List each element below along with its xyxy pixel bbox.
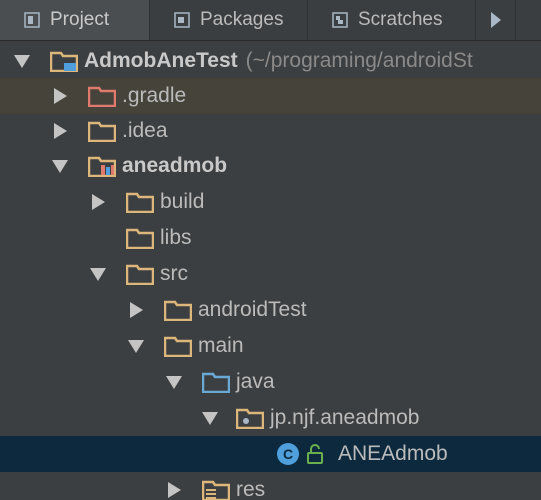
tree-node-aneadmob[interactable]: aneadmob <box>0 148 541 184</box>
folder-icon <box>164 336 192 357</box>
folder-icon <box>126 192 154 213</box>
project-folder-icon <box>50 51 78 72</box>
unlock-icon <box>307 444 323 464</box>
tree-node-label: jp.njf.aneadmob <box>270 406 420 429</box>
expand-arrow-icon[interactable] <box>126 300 146 320</box>
project-tool-window: Project Packages Scratches AdmobAneTest … <box>0 0 541 500</box>
project-path: (~/programing/androidSt <box>245 49 473 72</box>
expand-arrow-icon[interactable] <box>50 156 70 176</box>
tree-node-res[interactable]: res <box>0 472 541 500</box>
class-icon-letter: C <box>283 446 293 462</box>
folder-icon <box>126 228 154 249</box>
tab-project-label: Project <box>50 9 110 30</box>
class-icon: C <box>277 443 299 465</box>
source-folder-icon <box>202 372 230 393</box>
tab-packages-label: Packages <box>200 9 284 30</box>
tree-node-label: AdmobAneTest <box>84 49 238 72</box>
excluded-folder-icon <box>88 86 116 107</box>
expand-arrow-icon[interactable] <box>88 264 108 284</box>
tab-packages[interactable]: Packages <box>150 0 308 40</box>
tool-window-tabs: Project Packages Scratches <box>0 0 541 41</box>
expand-arrow-icon[interactable] <box>126 336 146 356</box>
tree-node-libs[interactable]: libs <box>0 220 541 256</box>
tree-node-label: java <box>236 370 275 393</box>
project-icon <box>24 12 40 28</box>
tree-node-src[interactable]: src <box>0 256 541 292</box>
tree-node-label: build <box>160 190 205 213</box>
expand-arrow-icon[interactable] <box>164 480 184 500</box>
tab-scratches-label: Scratches <box>358 9 443 30</box>
resource-folder-icon <box>202 480 230 500</box>
tab-project[interactable]: Project <box>0 0 150 40</box>
tree-node-gradle[interactable]: .gradle <box>0 78 541 114</box>
folder-icon <box>126 264 154 285</box>
tree-node-label: libs <box>160 226 192 249</box>
expand-arrow-icon[interactable] <box>12 51 32 71</box>
tree-node-label: aneadmob <box>122 154 228 177</box>
packages-icon <box>174 12 190 28</box>
folder-icon <box>164 300 192 321</box>
tree-node-build[interactable]: build <box>0 184 541 220</box>
tree-node-java[interactable]: java <box>0 364 541 400</box>
tree-node-idea[interactable]: .idea <box>0 113 541 149</box>
tree-node-package[interactable]: jp.njf.aneadmob <box>0 400 541 436</box>
tree-node-androidtest[interactable]: androidTest <box>0 292 541 328</box>
tree-node-label: ANEAdmob <box>338 442 448 465</box>
expand-arrow-icon[interactable] <box>50 86 70 106</box>
expand-arrow-icon[interactable] <box>88 192 108 212</box>
tree-node-label: .gradle <box>122 84 187 107</box>
project-tree: AdmobAneTest (~/programing/androidSt .gr… <box>0 41 541 500</box>
tree-node-label: res <box>236 478 266 500</box>
more-tabs-button[interactable] <box>476 0 516 40</box>
tree-node-label: src <box>160 262 188 285</box>
expand-arrow-icon[interactable] <box>50 121 70 141</box>
package-folder-icon <box>236 408 264 429</box>
expand-arrow-icon[interactable] <box>164 372 184 392</box>
tree-node-aneadmob-class[interactable]: C ANEAdmob <box>0 436 541 472</box>
expand-arrow-icon[interactable] <box>200 408 220 428</box>
tab-scratches[interactable]: Scratches <box>308 0 476 40</box>
module-folder-icon <box>88 156 116 177</box>
tree-node-label: main <box>198 334 244 357</box>
tree-node-label: androidTest <box>198 298 307 321</box>
scratches-icon <box>332 12 348 28</box>
chevron-right-icon <box>490 12 501 28</box>
folder-icon <box>88 121 116 142</box>
tree-node-admobanetest[interactable]: AdmobAneTest (~/programing/androidSt <box>0 43 541 79</box>
tree-node-label: .idea <box>122 119 168 142</box>
tree-node-main[interactable]: main <box>0 328 541 364</box>
